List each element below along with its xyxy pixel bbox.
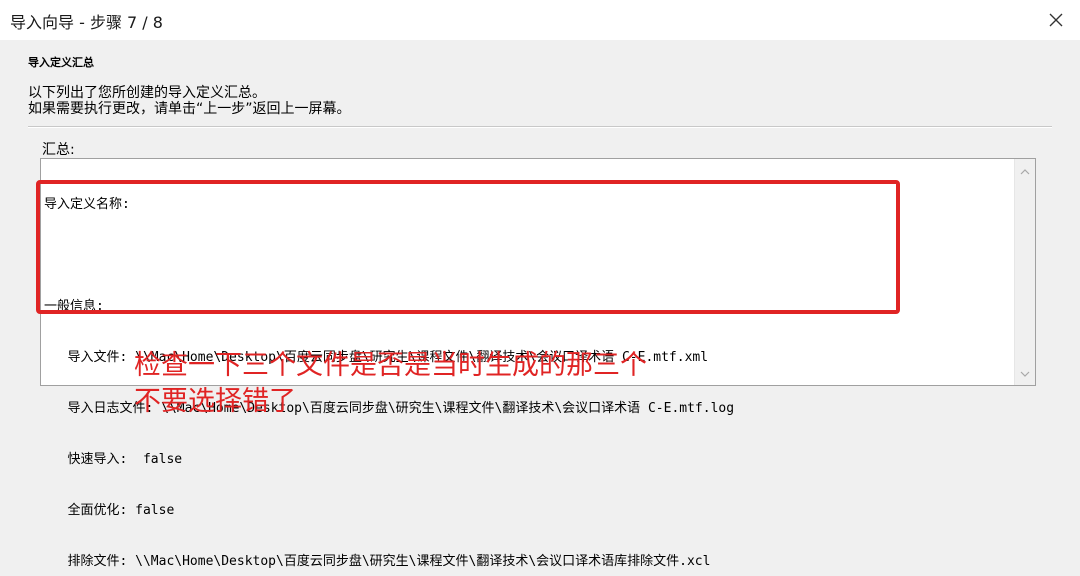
summary-line [44, 247, 734, 264]
summary-line: 排除文件: \\Mac\Home\Desktop\百度云同步盘\研究生\课程文件… [44, 554, 711, 569]
annotation-text-line-1: 检查一下三个文件是否是当时生成的那三个 [134, 350, 647, 381]
header-separator [28, 126, 1052, 128]
wizard-header: 导入定义汇总 以下列出了您所创建的导入定义汇总。 如果需要执行更改，请单击“上一… [0, 40, 1080, 126]
summary-line: 全面优化: false [44, 503, 175, 518]
vertical-scrollbar[interactable] [1014, 159, 1035, 385]
annotation-text-line-2: 不要选择错了 [134, 386, 296, 417]
scroll-down-button[interactable] [1015, 365, 1035, 383]
summary-line: 快速导入: false [44, 452, 183, 467]
import-wizard-window: 导入向导 - 步骤 7 / 8 导入定义汇总 以下列出了您所创建的导入定义汇总。… [0, 0, 1080, 576]
description-line-2: 如果需要执行更改，请单击“上一步”返回上一屏幕。 [28, 101, 351, 117]
summary-label: 汇总: [42, 142, 75, 158]
chevron-down-icon [1020, 371, 1030, 377]
section-heading: 导入定义汇总 [28, 56, 94, 69]
scroll-up-button[interactable] [1015, 163, 1035, 181]
summary-line: 导入定义名称: [44, 197, 130, 212]
summary-line: 一般信息: [44, 299, 104, 314]
description-line-1: 以下列出了您所创建的导入定义汇总。 [28, 85, 266, 101]
chevron-up-icon [1020, 169, 1030, 175]
close-button[interactable] [1044, 8, 1068, 32]
window-title: 导入向导 - 步骤 7 / 8 [10, 13, 163, 32]
title-bar: 导入向导 - 步骤 7 / 8 [0, 0, 1080, 40]
close-icon [1049, 13, 1063, 27]
